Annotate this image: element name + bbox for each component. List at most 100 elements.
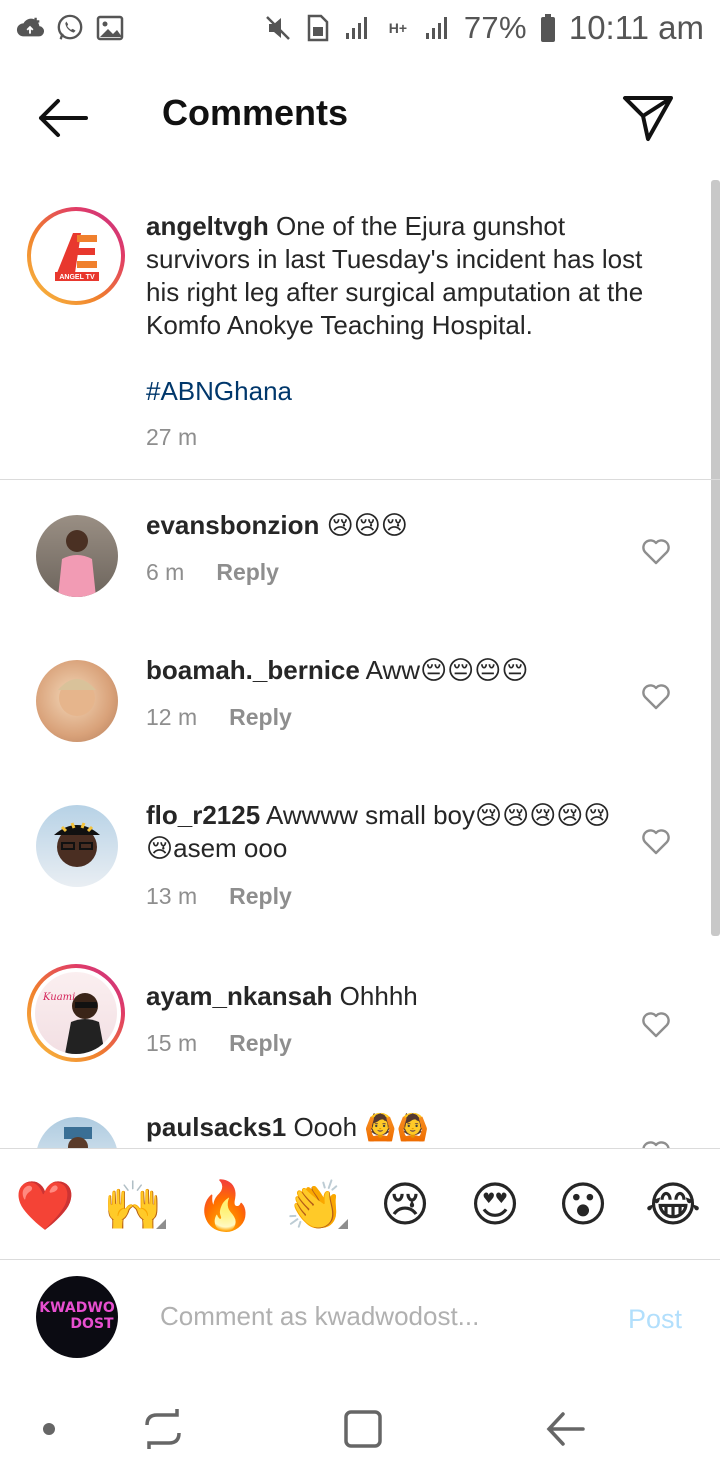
comment-input[interactable] — [160, 1294, 600, 1338]
comment-meta: 15 m Reply — [146, 1030, 292, 1057]
caption-text: angeltvgh One of the Ejura gunshot survi… — [146, 210, 676, 342]
caption-username[interactable]: angeltvgh — [146, 211, 269, 241]
emoji-fire-button[interactable]: 🔥 — [190, 1173, 260, 1237]
heart-icon — [642, 539, 670, 565]
commenter-avatar[interactable] — [36, 660, 118, 742]
my-avatar: KWADWO DOST — [36, 1276, 118, 1358]
angel-tv-logo-text: ANGEL TV — [59, 274, 95, 281]
heart-icon — [642, 684, 670, 710]
heart-icon — [642, 829, 670, 855]
comment-text: ayam_nkansah Ohhhh — [146, 980, 616, 1013]
comment-username[interactable]: boamah._bernice — [146, 655, 360, 685]
comment-username[interactable]: ayam_nkansah — [146, 981, 332, 1011]
signal-icon — [344, 14, 372, 42]
commenter-avatar[interactable] — [36, 1117, 118, 1148]
reply-button[interactable]: Reply — [229, 1030, 292, 1057]
heart-icon — [642, 1141, 670, 1148]
nav-dot-button[interactable] — [24, 1404, 74, 1454]
network-type-icon: H+ — [384, 14, 412, 42]
page-title: Comments — [162, 92, 349, 133]
share-button[interactable] — [616, 88, 680, 148]
commenter-avatar[interactable] — [36, 515, 118, 597]
like-button[interactable] — [640, 1139, 672, 1148]
like-button[interactable] — [640, 682, 672, 712]
battery-icon — [539, 14, 557, 42]
comment-text: boamah._bernice Aww😔😔😔😔 — [146, 654, 616, 687]
emoji-cry-button[interactable]: 😢 — [370, 1173, 440, 1237]
emoji-raised-hands-glyph: 🙌 — [103, 1177, 163, 1234]
mute-icon — [264, 14, 292, 42]
comment-body: Oooh 🙆🙆 — [286, 1112, 430, 1142]
reply-button[interactable]: Reply — [229, 704, 292, 731]
back-button[interactable] — [30, 90, 94, 146]
like-button[interactable] — [640, 537, 672, 567]
emoji-surprised-button[interactable]: 😮 — [548, 1173, 618, 1237]
comment-text: paulsacks1 Oooh 🙆🙆 — [146, 1111, 616, 1144]
dot-icon — [43, 1423, 55, 1435]
comment-username[interactable]: flo_r2125 — [146, 800, 260, 830]
recent-apps-button[interactable] — [138, 1404, 188, 1454]
reply-button[interactable]: Reply — [216, 559, 279, 586]
battery-percent: 77% — [463, 10, 527, 45]
comment-composer: KWADWO DOST Post — [0, 1260, 720, 1378]
recent-apps-icon — [145, 1409, 181, 1449]
comment-body: Aww😔😔😔😔 — [359, 655, 529, 685]
emoji-heart-button[interactable]: ❤️ — [10, 1173, 80, 1237]
comment-meta: 13 m Reply — [146, 883, 292, 910]
post-caption: ANGEL TV angeltvgh One of the Ejura guns… — [0, 190, 720, 480]
paper-plane-icon — [623, 96, 673, 141]
angel-tv-logo: ANGEL TV — [55, 233, 99, 281]
comment-timestamp: 15 m — [146, 1030, 198, 1056]
caption-timestamp: 27 m — [146, 424, 198, 450]
gallery-icon — [96, 14, 124, 42]
emoji-clap-button[interactable]: 👏 — [280, 1173, 350, 1237]
system-nav-bar — [0, 1378, 720, 1480]
post-button[interactable]: Post — [628, 1304, 682, 1335]
back-arrow-icon — [546, 1412, 585, 1446]
arrow-left-icon — [39, 99, 88, 137]
comment-username[interactable]: paulsacks1 — [146, 1112, 286, 1142]
cloud-upload-icon — [16, 14, 44, 42]
status-bar: H+ 77% 10:11 am — [0, 0, 720, 56]
network-type-label: H+ — [388, 20, 408, 36]
header: Comments — [0, 62, 720, 166]
status-bar-left — [16, 14, 124, 42]
whatsapp-icon — [56, 14, 84, 42]
emoji-laughing-button[interactable]: 😂 — [638, 1173, 708, 1237]
commenter-avatar[interactable] — [36, 805, 118, 887]
emoji-heart-eyes-button[interactable]: 😍 — [460, 1173, 530, 1237]
skin-tone-indicator — [338, 1219, 348, 1229]
comment-body: 😢😢😢 — [319, 510, 408, 540]
skin-tone-indicator — [156, 1219, 166, 1229]
system-back-button[interactable] — [540, 1404, 590, 1454]
comment-timestamp: 13 m — [146, 883, 198, 909]
comment-timestamp: 12 m — [146, 704, 198, 730]
comment-meta: 12 m Reply — [146, 704, 292, 731]
signal-icon-2 — [424, 14, 452, 42]
emoji-raised-hands-button[interactable]: 🙌 — [98, 1173, 168, 1237]
comment-text: evansbonzion 😢😢😢 — [146, 509, 616, 542]
emoji-quick-bar: ❤️ 🙌 🔥 👏 😢 😍 😮 😂 — [0, 1148, 720, 1260]
commenter-avatar[interactable]: Kuami — [27, 964, 125, 1062]
comment-meta: 6 m Reply — [146, 559, 279, 586]
comment-timestamp: 6 m — [146, 559, 185, 585]
clock: 10:11 am — [568, 9, 704, 46]
like-button[interactable] — [640, 1010, 672, 1040]
emoji-clap-glyph: 👏 — [285, 1177, 345, 1234]
svg-text:Kuami: Kuami — [42, 992, 75, 1003]
hashtag-link[interactable]: #ABNGhana — [146, 376, 292, 407]
like-button[interactable] — [640, 827, 672, 857]
status-bar-right: H+ 77% 10:11 am — [264, 9, 704, 47]
comments-list[interactable]: evansbonzion 😢😢😢 6 m Reply boamah._berni… — [0, 481, 720, 1148]
home-icon — [344, 1410, 382, 1448]
reply-button[interactable]: Reply — [229, 883, 292, 910]
comment-body: Ohhhh — [332, 981, 418, 1011]
sim-card-icon — [304, 14, 332, 42]
comment-username[interactable]: evansbonzion — [146, 510, 319, 540]
home-button[interactable] — [338, 1404, 388, 1454]
comment-text: flo_r2125 Awwww small boy😢😢😢😢😢😢asem ooo — [146, 799, 616, 865]
my-avatar-text-2: DOST — [70, 1316, 114, 1332]
caption-avatar[interactable]: ANGEL TV — [27, 207, 125, 305]
my-avatar-text-1: KWADWO — [39, 1300, 115, 1316]
heart-icon — [642, 1012, 670, 1038]
